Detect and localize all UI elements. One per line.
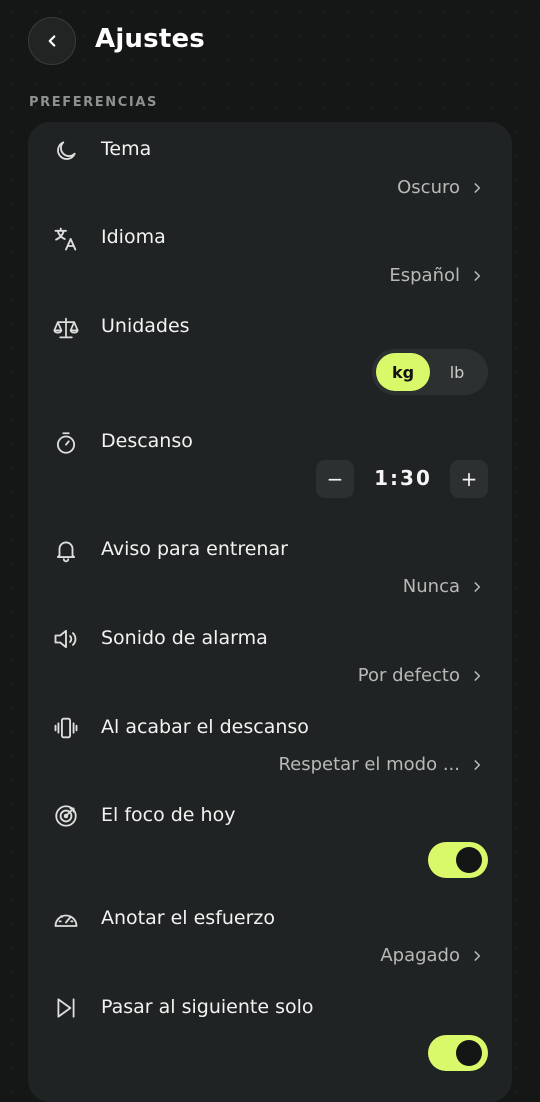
setting-row-aviso[interactable]: Aviso para entrenar Nunca [28, 521, 512, 609]
units-segmented-control[interactable]: kg lb [372, 349, 488, 395]
setting-value: Nunca [402, 576, 460, 597]
setting-row-sonido[interactable]: Sonido de alarma Por defecto [28, 610, 512, 698]
gauge-icon [52, 905, 80, 933]
chevron-right-icon [474, 182, 481, 193]
tema-value[interactable]: Oscuro [397, 177, 484, 198]
setting-row-acabar[interactable]: Al acabar el descanso Respetar el modo .… [28, 699, 512, 787]
setting-label: Sonido de alarma [101, 627, 268, 649]
setting-label: El foco de hoy [101, 804, 236, 826]
siguiente-toggle[interactable] [428, 1035, 488, 1071]
preferences-card: Tema Oscuro Idioma Español Unidades kg l… [28, 122, 512, 1102]
setting-label: Aviso para entrenar [101, 538, 288, 560]
setting-row-idioma[interactable]: Idioma Español [28, 210, 512, 298]
chevron-right-icon [474, 759, 481, 770]
setting-value: Apagado [380, 945, 460, 966]
setting-value: Por defecto [357, 665, 460, 686]
bell-icon [52, 536, 80, 564]
chevron-right-icon [474, 950, 481, 961]
chevron-right-icon [474, 670, 481, 681]
foco-toggle[interactable] [428, 842, 488, 878]
skip-next-icon [52, 994, 80, 1022]
setting-value: Español [389, 265, 460, 286]
page-title: Ajustes [95, 24, 205, 54]
target-icon [52, 802, 80, 830]
setting-label: Unidades [101, 315, 190, 337]
speaker-icon [52, 625, 80, 653]
setting-row-foco: El foco de hoy [28, 787, 512, 895]
decrement-button[interactable]: − [316, 460, 354, 498]
increment-button[interactable]: + [450, 460, 488, 498]
toggle-knob [456, 1040, 482, 1066]
back-button[interactable] [28, 17, 76, 65]
units-option-kg[interactable]: kg [376, 353, 430, 391]
chevron-right-icon [474, 270, 481, 281]
setting-label: Pasar al siguiente solo [101, 996, 314, 1018]
toggle-knob [456, 847, 482, 873]
units-option-lb[interactable]: lb [430, 353, 484, 391]
setting-label: Idioma [101, 226, 166, 248]
esfuerzo-value[interactable]: Apagado [380, 945, 484, 966]
vibrate-icon [52, 714, 80, 742]
chevron-left-icon [48, 35, 56, 47]
setting-label: Anotar el esfuerzo [101, 907, 276, 929]
translate-icon [52, 225, 80, 253]
header: Ajustes [0, 0, 540, 86]
stopwatch-icon [52, 429, 80, 457]
setting-label: Descanso [101, 430, 193, 452]
moon-icon [52, 137, 80, 165]
setting-row-tema[interactable]: Tema Oscuro [28, 122, 512, 210]
idioma-value[interactable]: Español [389, 265, 484, 286]
setting-value: Respetar el modo ... [278, 754, 460, 775]
setting-value: Oscuro [397, 177, 460, 198]
setting-label: Tema [101, 138, 152, 160]
rest-value: 1:30 [374, 466, 432, 490]
setting-row-siguiente: Pasar al siguiente solo [28, 979, 512, 1089]
setting-row-esfuerzo[interactable]: Anotar el esfuerzo Apagado [28, 890, 512, 978]
setting-label: Al acabar el descanso [101, 716, 309, 738]
rest-stepper: − 1:30 + [316, 460, 488, 500]
setting-row-descanso: Descanso − 1:30 + [28, 414, 512, 524]
scale-icon [52, 314, 80, 342]
acabar-value[interactable]: Respetar el modo ... [278, 754, 484, 775]
sonido-value[interactable]: Por defecto [358, 665, 484, 686]
setting-row-unidades: Unidades kg lb [28, 299, 512, 407]
section-label: PREFERENCIAS [29, 95, 158, 110]
aviso-value[interactable]: Nunca [403, 576, 484, 597]
chevron-right-icon [474, 581, 481, 592]
